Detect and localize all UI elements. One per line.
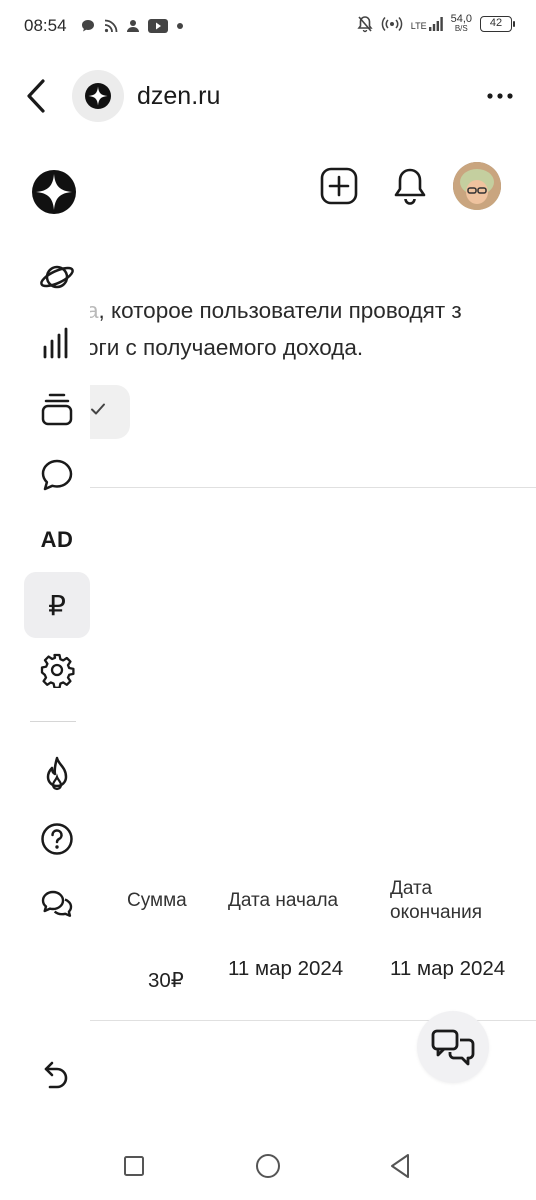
message-icon xyxy=(82,20,94,32)
planet-icon xyxy=(40,265,74,289)
youtube-icon xyxy=(148,19,168,33)
recents-button[interactable] xyxy=(118,1150,150,1182)
signal-indicator: LTE xyxy=(411,17,443,31)
triangle-back-icon xyxy=(391,1154,409,1178)
bell-icon xyxy=(394,168,426,205)
network-type: LTE xyxy=(410,21,427,31)
settings-icon xyxy=(40,653,75,688)
battery-indicator: 42 xyxy=(480,16,515,32)
collapse-sidebar-button[interactable] xyxy=(34,1053,78,1097)
network-speed-value: 54,0 xyxy=(450,13,472,25)
more-button[interactable] xyxy=(486,84,514,108)
site-info-button[interactable] xyxy=(72,70,124,122)
sidebar-divider xyxy=(30,721,76,722)
hotspot-icon xyxy=(381,16,403,32)
stats-icon xyxy=(43,327,68,359)
back-nav-button[interactable] xyxy=(384,1150,416,1182)
system-icons: LTE 54,0 B/S 42 xyxy=(357,14,515,34)
table-cell-start: 11 мар 2024 xyxy=(228,957,344,980)
table-header-start: Дата начала xyxy=(228,890,339,911)
sidebar-item-comments[interactable] xyxy=(24,442,90,508)
back-arrow-icon xyxy=(27,79,45,113)
status-bar: 08:54 LTE 54,0 B/S 42 xyxy=(0,0,536,56)
faded-text: а xyxy=(90,298,99,323)
mute-bell-icon xyxy=(357,16,373,33)
ruble-icon: ₽ xyxy=(48,589,66,621)
network-speed: 54,0 B/S xyxy=(451,14,472,34)
dzen-logo[interactable] xyxy=(31,169,77,215)
table-header-end-line1: Дата xyxy=(390,878,433,899)
sidebar-item-monetization[interactable]: ₽ xyxy=(24,572,90,638)
home-button[interactable] xyxy=(252,1150,284,1182)
sidebar-item-statistics[interactable] xyxy=(24,310,90,376)
back-button[interactable] xyxy=(18,76,54,116)
network-speed-unit: B/S xyxy=(454,24,468,33)
sidebar-item-explore[interactable] xyxy=(24,244,90,310)
battery-level: 42 xyxy=(489,17,503,29)
sidebar-item-help[interactable] xyxy=(24,806,90,872)
person-icon xyxy=(127,20,139,32)
sidebar-item-chats[interactable] xyxy=(24,871,90,937)
square-icon xyxy=(124,1156,144,1176)
sidebar-item-trending[interactable] xyxy=(24,741,90,807)
user-avatar[interactable] xyxy=(453,162,501,210)
chat-bubbles-icon xyxy=(431,1029,475,1066)
table-cell-end: 11 мар 2024 xyxy=(390,957,506,980)
table-header-end: Дата окончания xyxy=(390,877,510,925)
browser-header: dzen.ru xyxy=(0,60,536,136)
fire-icon xyxy=(46,756,68,791)
dzen-logo-icon xyxy=(32,170,76,214)
support-chat-button[interactable] xyxy=(417,1011,489,1083)
chats-icon xyxy=(41,890,73,917)
check-icon xyxy=(91,403,105,415)
notification-icons xyxy=(80,18,184,34)
ad-label: AD xyxy=(40,527,74,552)
more-icon xyxy=(487,93,513,99)
avatar-image xyxy=(453,162,501,210)
main-content: а, которое пользователи проводят з оги с… xyxy=(90,280,536,1040)
table-header-end-line2: окончания xyxy=(390,902,483,923)
circle-icon xyxy=(256,1154,280,1178)
dot-icon xyxy=(177,23,183,29)
sidebar-item-ads[interactable]: AD xyxy=(24,507,90,573)
notifications-button[interactable] xyxy=(391,166,429,206)
section-divider xyxy=(90,487,536,488)
site-domain[interactable]: dzen.ru xyxy=(137,82,220,111)
signal-icon xyxy=(428,17,443,31)
undo-icon xyxy=(44,1061,68,1089)
text-line-1: , которое пользователи проводят з xyxy=(98,298,462,323)
content-text-line-1: а, которое пользователи проводят з xyxy=(90,298,462,324)
status-time: 08:54 xyxy=(24,16,67,35)
stack-icon xyxy=(41,393,73,426)
table-header-sum: Сумма xyxy=(127,890,187,911)
rss-icon xyxy=(104,19,118,33)
dzen-logo-icon xyxy=(85,83,111,109)
plus-square-icon xyxy=(320,167,358,205)
table-cell-sum: 30₽ xyxy=(148,969,184,992)
sidebar-item-publications[interactable] xyxy=(24,376,90,442)
help-icon xyxy=(41,823,73,855)
comment-icon xyxy=(41,459,73,491)
content-text-line-2: оги с получаемого дохода. xyxy=(90,335,364,360)
sidebar-item-settings[interactable] xyxy=(24,637,90,703)
create-button[interactable] xyxy=(320,167,358,205)
system-nav-bar xyxy=(0,1130,536,1200)
